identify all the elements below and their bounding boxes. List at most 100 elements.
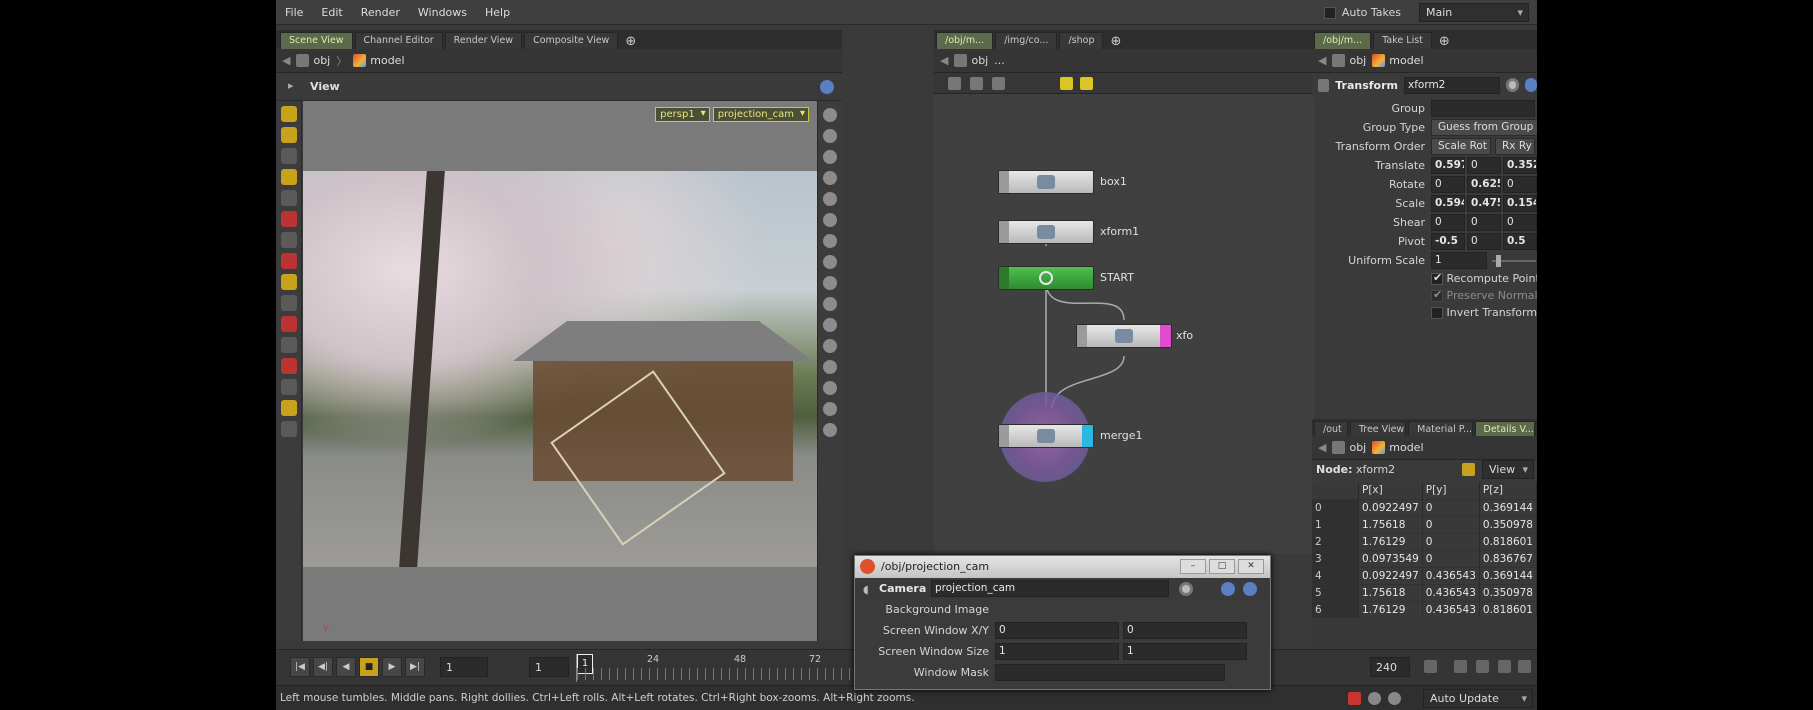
grid-tool-icon[interactable] (280, 295, 297, 311)
shear-z[interactable]: 0 (1503, 214, 1537, 231)
uniform-scale-handle[interactable] (1496, 255, 1502, 267)
table-row[interactable]: 0 0.0922497 0 0.369144 (1312, 498, 1537, 516)
camera-menu[interactable]: projection_cam (712, 107, 809, 122)
network-list-icon[interactable] (948, 77, 961, 90)
texture-icon[interactable] (823, 192, 837, 206)
update-mode-dropdown[interactable]: Auto Update (1423, 689, 1533, 708)
toggle-invert-transformation[interactable]: Invert Transformation (1431, 306, 1537, 319)
minimize-button[interactable]: – (1180, 559, 1206, 574)
keys-icon[interactable] (1476, 660, 1489, 673)
network-sticky-icon[interactable] (1060, 77, 1073, 90)
select-tool-icon[interactable] (280, 106, 297, 122)
flipbook-icon[interactable] (823, 423, 837, 437)
isolate-icon[interactable] (823, 297, 837, 311)
menu-windows[interactable]: Windows (409, 6, 476, 19)
table-row[interactable]: 4 0.0922497 0.436543 0.369144 (1312, 566, 1537, 584)
help-icon[interactable] (820, 80, 834, 94)
path-model[interactable]: model (353, 54, 405, 67)
sync-icon[interactable] (1388, 692, 1401, 705)
pivot-y[interactable]: 0 (1467, 233, 1501, 250)
view-menu-icon[interactable]: ▸ (288, 79, 294, 92)
audio-icon[interactable] (1424, 660, 1437, 673)
transform-order-dropdown[interactable]: Scale Rot Tra... (1431, 138, 1491, 155)
playbar-options-icon[interactable] (1518, 660, 1531, 673)
scale-x[interactable]: 0.594189 (1431, 195, 1465, 212)
display-tool-icon[interactable] (280, 421, 297, 437)
parm-path-model[interactable]: model (1372, 54, 1424, 67)
parm-back-icon[interactable]: ◀ (1318, 54, 1326, 67)
camera-tool-icon[interactable] (280, 253, 297, 269)
render-flag[interactable] (1082, 425, 1093, 447)
toggle-recompute-normals[interactable]: Recompute Point Normals (1431, 272, 1537, 285)
background-image-field[interactable] (995, 601, 1215, 618)
stop-button[interactable]: ■ (359, 657, 379, 677)
camera-help-icon[interactable] (1243, 582, 1257, 596)
node-flag[interactable] (999, 425, 1009, 447)
node-flag[interactable] (999, 267, 1009, 289)
rotate-z[interactable]: 0 (1503, 176, 1537, 193)
rotate-y[interactable]: 0.625489 (1467, 176, 1501, 193)
template-icon[interactable] (823, 339, 837, 353)
screen-window-x[interactable]: 0 (995, 622, 1119, 639)
scale-y[interactable]: 0.475637 (1467, 195, 1501, 212)
col-px[interactable]: P[x] (1358, 482, 1423, 499)
light-tool-icon[interactable] (280, 379, 297, 395)
screen-window-size-y[interactable]: 1 (1123, 643, 1247, 660)
step-back-button[interactable]: ◀| (313, 657, 333, 677)
take-dropdown[interactable]: Main (1419, 3, 1529, 22)
pivot-z[interactable]: 0.5 (1503, 233, 1537, 250)
node-flag[interactable] (999, 171, 1009, 193)
node-xform2[interactable] (1076, 324, 1172, 348)
snapshot-icon[interactable] (823, 381, 837, 395)
path-obj[interactable]: obj (296, 54, 330, 67)
node-flag[interactable] (1077, 325, 1087, 347)
end-frame-field[interactable]: 240 (1370, 657, 1410, 677)
scale-tool-icon[interactable] (280, 169, 297, 185)
normals-icon[interactable] (823, 255, 837, 269)
lighting-icon[interactable] (823, 171, 837, 185)
group-field[interactable] (1431, 100, 1535, 117)
shear-x[interactable]: 0 (1431, 214, 1465, 231)
magnet-tool-icon[interactable] (280, 358, 297, 374)
table-row[interactable]: 2 1.76129 0 0.818601 (1312, 532, 1537, 550)
points-icon[interactable] (823, 234, 837, 248)
back-arrow-icon[interactable]: ◀ (282, 54, 290, 67)
node-xform1[interactable] (998, 220, 1094, 244)
camera-node-name[interactable]: projection_cam (931, 580, 1169, 597)
persp-menu[interactable]: persp1 (655, 107, 710, 122)
scene-viewport[interactable]: persp1 projection_cam y (303, 101, 817, 641)
frame-field[interactable]: 1 (440, 657, 488, 677)
network-back-icon[interactable]: ◀ (940, 54, 948, 67)
network-path-model[interactable]: ... (994, 54, 1005, 67)
table-row[interactable]: 1 1.75618 0 0.350978 (1312, 515, 1537, 533)
pivot-x[interactable]: -0.5 (1431, 233, 1465, 250)
node-start[interactable] (998, 266, 1094, 290)
gear-icon[interactable] (1506, 78, 1519, 92)
menu-help[interactable]: Help (476, 6, 519, 19)
camera-gear-icon[interactable] (1179, 582, 1193, 596)
network-path-obj[interactable]: obj (954, 54, 988, 67)
camera-window-titlebar[interactable]: /obj/projection_cam – □ ✕ (855, 556, 1270, 578)
network-palette-icon[interactable] (1080, 77, 1093, 90)
play-button[interactable]: ▶ (382, 657, 402, 677)
translate-x[interactable]: 0.597524 (1431, 157, 1465, 174)
network-editor[interactable]: box1 xform1 START xfo merge1 (934, 94, 1314, 554)
snap-tool-icon[interactable] (280, 274, 297, 290)
lock-tool-icon[interactable] (280, 400, 297, 416)
group-type-dropdown[interactable]: Guess from Group (1431, 119, 1537, 136)
maximize-button[interactable]: □ (1209, 559, 1235, 574)
range-icon[interactable] (1498, 660, 1511, 673)
network-tree-icon[interactable] (992, 77, 1005, 90)
scale-z[interactable]: 0.154815 (1503, 195, 1537, 212)
node-merge1[interactable] (998, 424, 1094, 448)
start-frame-field[interactable]: 1 (529, 657, 569, 677)
menu-render[interactable]: Render (352, 6, 409, 19)
move-tool-icon[interactable] (280, 127, 297, 143)
sheet-back-icon[interactable]: ◀ (1318, 441, 1326, 454)
info-icon[interactable] (1524, 78, 1537, 92)
visibility-icon[interactable] (823, 318, 837, 332)
shear-y[interactable]: 0 (1467, 214, 1501, 231)
realtime-icon[interactable] (1454, 660, 1467, 673)
jump-start-button[interactable]: |◀ (290, 657, 310, 677)
error-icon[interactable] (1348, 692, 1361, 705)
